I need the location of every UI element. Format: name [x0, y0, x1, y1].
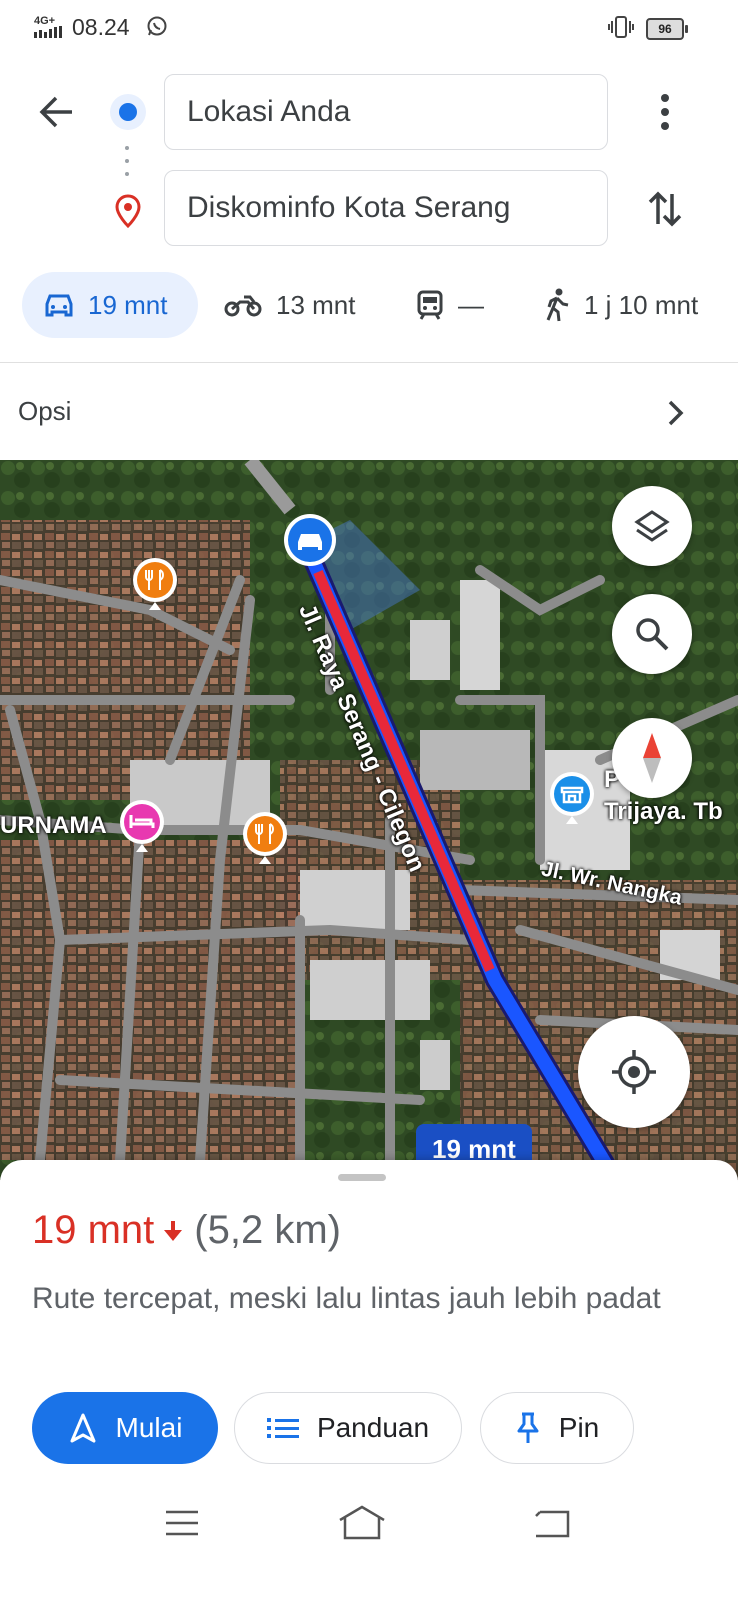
steps-button-label: Panduan: [316, 1412, 430, 1443]
duration-text: 19 mnt: [32, 1208, 155, 1252]
back-arrow-icon[interactable]: [36, 92, 76, 132]
mode-walking[interactable]: 1 j 10 mnt: [544, 272, 698, 338]
list-icon: [266, 1418, 299, 1438]
map-view[interactable]: Jl. Raya Serang - Cilegon Jl. Wr. Nangka…: [0, 460, 738, 1180]
my-location-icon: [612, 1050, 656, 1094]
battery-icon: 96: [646, 18, 688, 40]
hotel-marker-icon[interactable]: [118, 798, 166, 854]
walk-icon: [546, 288, 569, 322]
start-button-label: Mulai: [115, 1412, 183, 1443]
current-location-car-icon: [284, 514, 336, 566]
menu-icon[interactable]: [164, 1508, 200, 1538]
route-summary: 19 mnt (5,2 km): [32, 1208, 341, 1253]
origin-dot-icon: [110, 94, 146, 130]
whatsapp-icon: [147, 16, 167, 36]
travel-mode-bar: 19 mnt 13 mnt — 1 j 10 mnt: [0, 272, 738, 338]
destination-pin-icon: [115, 194, 141, 228]
arrow-down-icon: [164, 1220, 183, 1241]
compass-button[interactable]: [612, 718, 692, 798]
drag-handle[interactable]: [338, 1174, 386, 1181]
pin-button-label: Pin: [558, 1412, 600, 1443]
more-options-icon[interactable]: [650, 92, 680, 132]
start-button[interactable]: Mulai: [32, 1392, 218, 1464]
restaurant-marker-icon[interactable]: [240, 810, 290, 866]
layers-icon: [634, 510, 670, 542]
signal-icon: [34, 26, 62, 38]
distance-text: (5,2 km): [194, 1208, 341, 1252]
navigation-arrow-icon: [70, 1413, 96, 1443]
pushpin-icon: [517, 1412, 539, 1443]
origin-input[interactable]: Lokasi Anda: [164, 74, 608, 150]
options-label[interactable]: Opsi: [18, 396, 71, 427]
transit-icon: [417, 290, 443, 320]
restaurant-marker-icon[interactable]: [130, 556, 180, 612]
back-nav-icon[interactable]: [532, 1508, 572, 1540]
mode-driving-label: 19 mnt: [88, 289, 168, 320]
divider: [0, 362, 738, 363]
mode-transit-label: —: [458, 289, 484, 320]
layers-button[interactable]: [612, 486, 692, 566]
store-marker-icon[interactable]: [548, 770, 596, 826]
search-along-route-button[interactable]: [612, 594, 692, 674]
place-label-left: URNAMA: [0, 812, 107, 839]
mode-driving[interactable]: 19 mnt: [22, 272, 198, 338]
motorcycle-icon: [224, 295, 262, 317]
mode-motorcycle-label: 13 mnt: [276, 289, 356, 320]
place-label-right-2: Trijaya. Tb: [604, 798, 723, 825]
steps-button[interactable]: Panduan: [234, 1392, 462, 1464]
compass-icon: [643, 733, 661, 783]
destination-input[interactable]: Diskominfo Kota Serang: [164, 170, 608, 246]
recenter-button[interactable]: [578, 1016, 690, 1128]
mode-transit[interactable]: —: [416, 272, 484, 338]
pin-button[interactable]: Pin: [480, 1392, 634, 1464]
swap-icon[interactable]: [644, 188, 686, 230]
mode-motorcycle[interactable]: 13 mnt: [224, 272, 356, 338]
car-icon: [45, 294, 73, 317]
system-nav-bar: [0, 1496, 738, 1556]
route-description: Rute tercepat, meski lalu lintas jauh le…: [32, 1282, 661, 1315]
vibrate-icon: [608, 16, 634, 38]
home-icon[interactable]: [338, 1504, 386, 1540]
clock: 08.24: [72, 14, 130, 40]
network-indicator: 4G+: [34, 16, 66, 40]
route-bottom-sheet: 19 mnt (5,2 km) Rute tercepat, meski lal…: [0, 1160, 738, 1600]
mode-walking-label: 1 j 10 mnt: [584, 289, 699, 320]
chevron-right-icon[interactable]: [664, 398, 686, 428]
status-bar: 4G+ 08.24 96: [0, 0, 738, 58]
search-icon: [636, 618, 669, 651]
route-dots-icon: [125, 146, 129, 176]
